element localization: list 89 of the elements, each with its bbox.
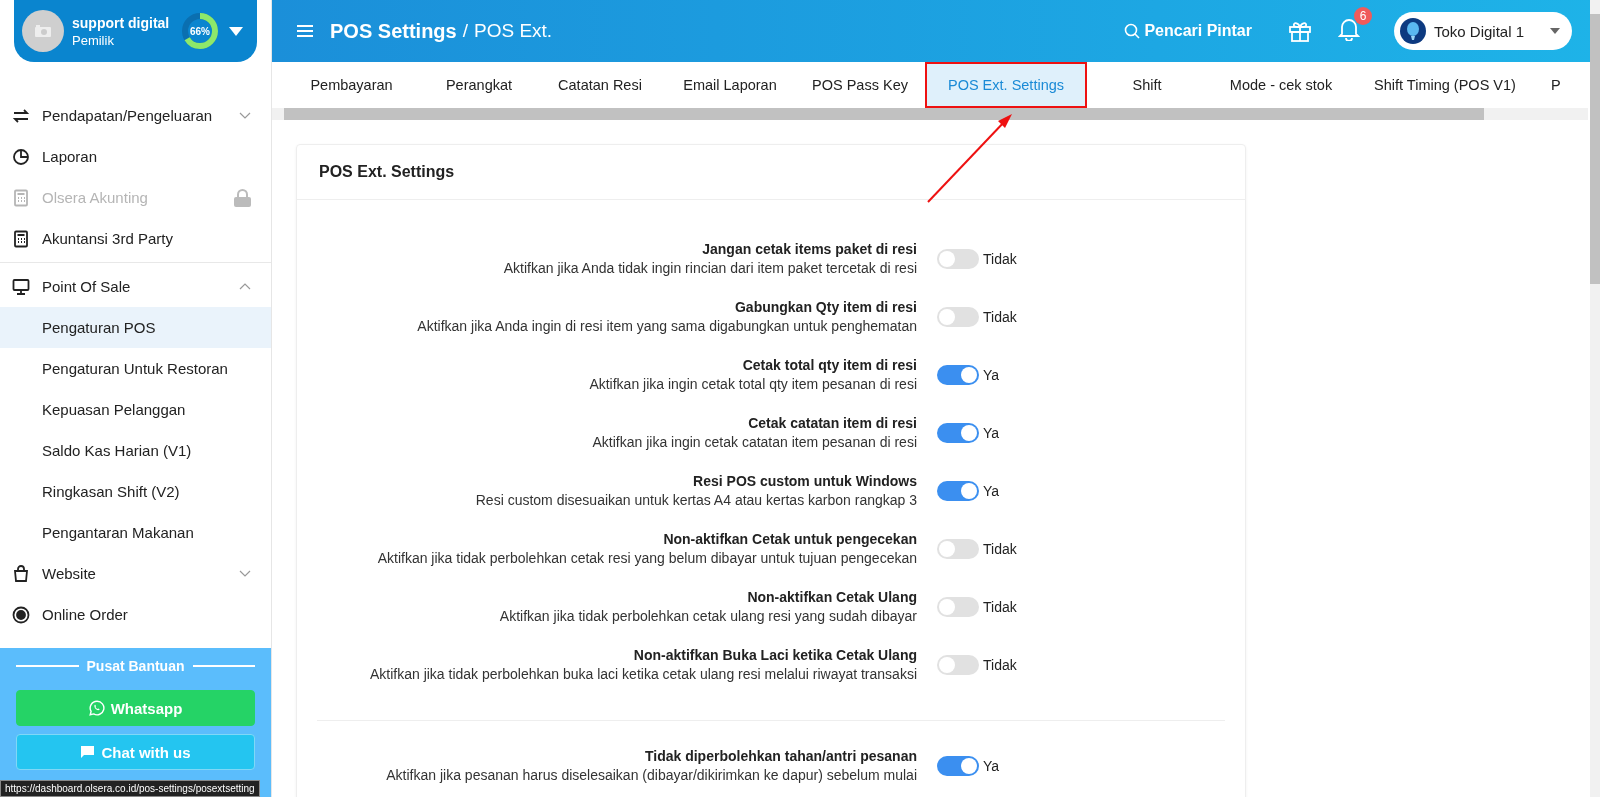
- toggle-state: Tidak: [983, 541, 1017, 557]
- whatsapp-icon: [88, 700, 105, 716]
- setting-description: Aktifkan jika tidak perbolehkan cetak resi yang belum dibayar untuk tujuan pengecekan: [376, 549, 917, 568]
- card-title: POS Ext. Settings: [297, 145, 1245, 200]
- tab[interactable]: Perangkat: [423, 62, 535, 108]
- breadcrumb-separator: /: [462, 20, 468, 42]
- caret-icon[interactable]: [229, 26, 243, 36]
- tab[interactable]: POS Pass Key: [795, 62, 925, 108]
- setting-title: Jangan cetak items paket di resi: [701, 240, 917, 259]
- tab[interactable]: Shift Timing (POS V1): [1355, 62, 1535, 108]
- setting-title: Cetak total qty item di resi: [741, 356, 917, 375]
- submenu-item[interactable]: Pengantaran Makanan: [0, 512, 271, 553]
- submenu-item[interactable]: Ringkasan Shift (V2): [0, 471, 271, 512]
- toggle-switch[interactable]: [937, 365, 979, 385]
- setting-title: Gabungkan Qty item di resi: [733, 298, 917, 317]
- radio-icon: [12, 605, 30, 624]
- setting-description: Aktifkan jika Anda ingin di resi item yang sama digabungkan untuk penghematan: [416, 317, 917, 336]
- toggle-switch[interactable]: [937, 307, 979, 327]
- progress-ring: 66%: [179, 10, 221, 52]
- bell-icon[interactable]: [1338, 17, 1360, 41]
- exchange-icon: [12, 106, 30, 125]
- toggle-state: Tidak: [983, 251, 1017, 267]
- tab[interactable]: Email Laporan: [665, 62, 795, 108]
- setting-title: Non-aktifkan Cetak Ulang: [746, 588, 917, 607]
- setting-description: Aktifkan jika ingin cetak catatan item pesanan di resi: [591, 433, 917, 452]
- setting-title: Non-aktifkan Buka Laci ketika Cetak Ulang: [632, 646, 917, 665]
- horizontal-scrollbar[interactable]: [272, 108, 1588, 120]
- tab[interactable]: P: [1535, 62, 1577, 108]
- toggle-switch[interactable]: [937, 756, 979, 776]
- setting-description: Aktifkan jika tidak perbolehkan cetak ulang resi yang sudah dibayar: [498, 607, 917, 626]
- user-role: Pemilik: [72, 32, 115, 48]
- user-name: support digital: [72, 14, 171, 31]
- setting-title: Resi POS custom untuk Windows: [692, 472, 917, 491]
- toggle-state: Tidak: [983, 309, 1017, 325]
- toggle-switch[interactable]: [937, 249, 979, 269]
- toggle-state: Tidak: [983, 657, 1017, 673]
- menu-item[interactable]: Laporan: [0, 136, 271, 177]
- setting-description: Aktifkan jika tidak perbolehkan buka laci ketika cetak ulang resi melalui riwayat transaksi: [368, 665, 917, 684]
- balloon-logo-icon: [1400, 18, 1426, 44]
- store-selector[interactable]: Toko Digital 1: [1394, 12, 1572, 50]
- vertical-scrollbar[interactable]: [1590, 0, 1600, 797]
- notification-badge: 6: [1354, 7, 1372, 25]
- toggle-switch[interactable]: [937, 655, 979, 675]
- setting-description: Resi custom disesuaikan untuk kertas A4 atau kertas karbon rangkap 3: [474, 491, 917, 510]
- toggle-switch[interactable]: [937, 597, 979, 617]
- submenu-item[interactable]: Pengaturan Untuk Restoran: [0, 348, 271, 389]
- lock-icon: [234, 188, 251, 207]
- status-url: https://dashboard.olsera.co.id/pos-settings/posextsetting: [0, 780, 260, 797]
- chat-icon: [80, 745, 96, 759]
- toggle-state: Tidak: [983, 599, 1017, 615]
- calculator-icon: [12, 188, 30, 207]
- toggle-state: Ya: [983, 758, 1000, 774]
- menu-item[interactable]: Akuntansi 3rd Party: [0, 218, 271, 259]
- setting-description: Aktifkan jika Anda tidak ingin rincian dari item paket tercetak di resi: [502, 259, 917, 278]
- tab[interactable]: Mode - cek stok: [1207, 62, 1355, 108]
- shopping-bag-icon: [12, 564, 30, 583]
- menu-icon[interactable]: [296, 24, 314, 38]
- page-title: POS Settings: [330, 19, 457, 43]
- menu-item[interactable]: Online Order: [0, 594, 271, 635]
- toggle-state: Ya: [983, 483, 1000, 499]
- tab[interactable]: Catatan Resi: [535, 62, 665, 108]
- submenu-item[interactable]: Kepuasan Pelanggan: [0, 389, 271, 430]
- setting-title: Non-aktifkan Cetak untuk pengecekan: [662, 530, 917, 549]
- menu-item[interactable]: Point Of Sale: [0, 266, 271, 307]
- search-icon: [1124, 23, 1141, 39]
- toggle-switch[interactable]: [937, 481, 979, 501]
- avatar-icon: [22, 10, 64, 52]
- page-subtitle: POS Ext.: [474, 20, 553, 42]
- caret-icon: [1550, 28, 1560, 34]
- help-title: Pusat Bantuan: [86, 658, 185, 674]
- toggle-switch[interactable]: [937, 423, 979, 443]
- toggle-state: Ya: [983, 425, 1000, 441]
- toggle-switch[interactable]: [937, 539, 979, 559]
- toggle-state: Ya: [983, 367, 1000, 383]
- tab[interactable]: Shift: [1087, 62, 1207, 108]
- gift-icon[interactable]: [1288, 19, 1312, 43]
- tab[interactable]: Pembayaran: [280, 62, 423, 108]
- setting-description: Aktifkan jika ingin cetak total qty item pesanan di resi: [588, 375, 917, 394]
- pie-chart-icon: [12, 147, 30, 166]
- submenu-item[interactable]: Pengaturan POS: [0, 307, 271, 348]
- setting-title: Cetak catatan item di resi: [747, 414, 917, 433]
- setting-title: Tidak diperbolehkan tahan/antri pesanan: [643, 747, 917, 766]
- calculator-icon: [12, 229, 30, 248]
- menu-item[interactable]: Pendapatan/Pengeluaran: [0, 95, 271, 136]
- setting-description: Aktifkan jika pesanan harus diselesaikan (dibayar/dikirimkan ke dapur) sebelum mulai: [385, 766, 917, 785]
- profile-card[interactable]: support digital Pemilik 66%: [14, 0, 257, 62]
- menu-item[interactable]: Website: [0, 553, 271, 594]
- submenu-item[interactable]: Saldo Kas Harian (V1): [0, 430, 271, 471]
- monitor-icon: [12, 277, 30, 296]
